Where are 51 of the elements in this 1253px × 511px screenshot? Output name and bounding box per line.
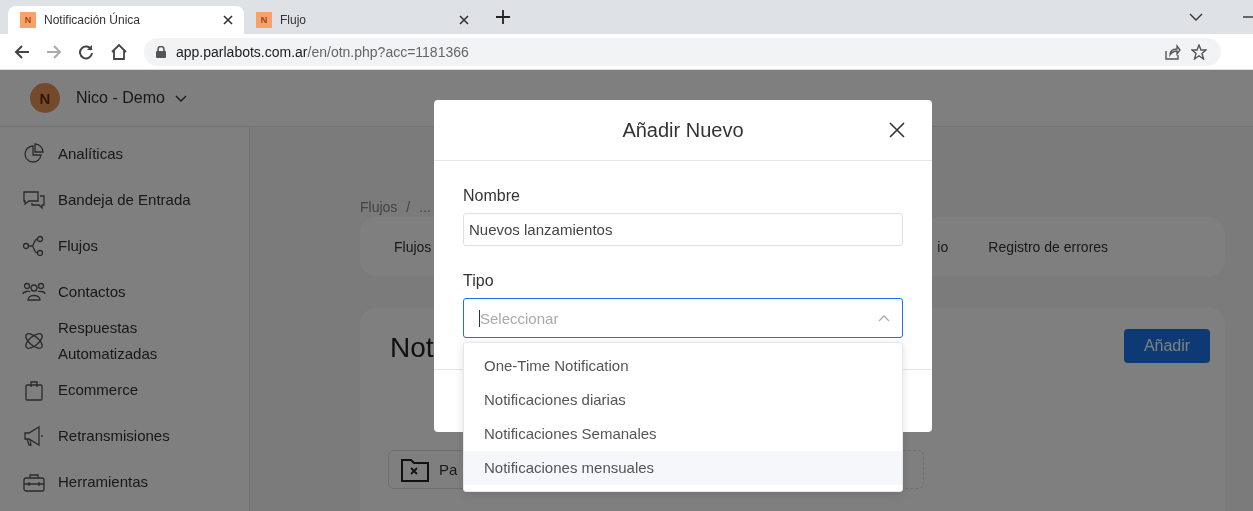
lock-icon xyxy=(156,45,166,58)
close-icon[interactable] xyxy=(458,14,470,26)
folder-x-icon xyxy=(401,457,429,482)
favicon-icon: N xyxy=(256,12,272,28)
page-title: Not xyxy=(390,332,434,364)
megaphone-icon xyxy=(22,424,46,448)
bag-icon xyxy=(22,378,46,402)
field-label: Nombre xyxy=(463,187,521,205)
sidebar-item[interactable]: Contactos xyxy=(0,269,249,315)
chevron-down-icon[interactable] xyxy=(1189,13,1203,21)
modal-title: Añadir Nuevo xyxy=(622,118,744,142)
reload-icon[interactable] xyxy=(78,43,94,60)
sidebar-item[interactable]: Herramientas xyxy=(0,459,249,505)
sidebar-item[interactable]: Analíticas xyxy=(0,131,249,177)
breadcrumb-separator: / xyxy=(406,199,411,217)
breadcrumb-link[interactable]: ... xyxy=(419,199,431,217)
url-text: app.parlabots.com.ar/en/otn.php?acc=1181366 xyxy=(176,43,469,60)
sidebar-item[interactable]: Bandeja de Entrada xyxy=(0,177,249,223)
back-icon[interactable] xyxy=(14,43,30,60)
browser-tab[interactable]: N Notificación Única xyxy=(8,6,244,34)
people-icon xyxy=(22,280,46,304)
account-name[interactable]: Nico - Demo xyxy=(76,89,165,107)
sidebar-item[interactable]: Flujos xyxy=(0,223,249,269)
chevron-down-icon[interactable] xyxy=(174,94,187,102)
address-bar[interactable]: app.parlabots.com.ar/en/otn.php?acc=1181366 xyxy=(144,37,1221,66)
name-input[interactable]: Nuevos lanzamientos xyxy=(463,213,903,246)
chevron-icon xyxy=(878,314,890,322)
sidebar-item[interactable]: Retransmisiones xyxy=(0,413,249,459)
favicon-icon: N xyxy=(20,12,36,28)
browser-tab[interactable]: N Flujo xyxy=(244,6,480,34)
dropdown-option[interactable]: Notificaciones diarias xyxy=(464,383,902,417)
dropdown-option[interactable]: One-Time Notification xyxy=(464,349,902,383)
page-tab[interactable]: io xyxy=(937,238,949,255)
home-icon[interactable] xyxy=(110,42,128,61)
star-icon[interactable] xyxy=(1191,43,1207,60)
sidebar-item[interactable]: Respuestas Automatizadas xyxy=(0,315,249,367)
close-icon[interactable] xyxy=(222,14,234,26)
share-icon[interactable] xyxy=(1165,43,1181,60)
chat-icon xyxy=(22,188,46,212)
pie-icon xyxy=(22,142,46,166)
close-icon[interactable] xyxy=(889,122,905,138)
dropdown-option[interactable]: Notificaciones mensuales xyxy=(464,451,902,485)
field-label: Tipo xyxy=(463,272,495,290)
page-tab[interactable]: Flujos xyxy=(394,238,432,255)
add-button[interactable]: Añadir xyxy=(1124,329,1210,363)
page-tab[interactable]: Registro de errores xyxy=(988,238,1109,255)
new-tab-icon[interactable] xyxy=(496,10,510,24)
sidebar-item[interactable]: Ecommerce xyxy=(0,367,249,413)
dropdown-option[interactable]: Notificaciones Semanales xyxy=(464,417,902,451)
type-select[interactable]: Seleccionar xyxy=(463,298,903,338)
flow-icon xyxy=(22,234,46,258)
